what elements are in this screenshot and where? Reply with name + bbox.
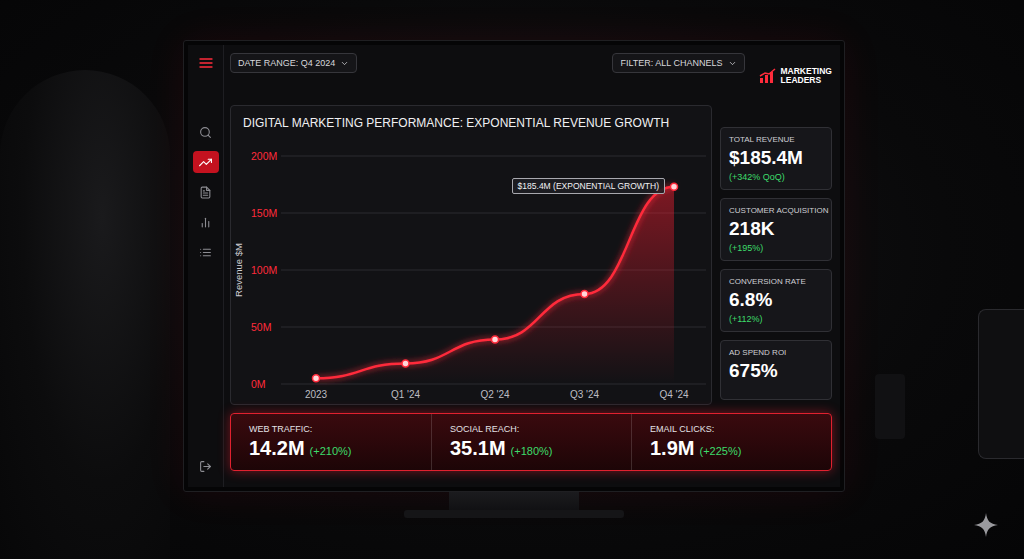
chevron-down-icon[interactable] (340, 59, 349, 68)
y-axis-label: Revenue $M (233, 243, 244, 297)
toolbar: DATE RANGE: Q4 2024 FILTER: ALL CHANNELS M… (230, 53, 832, 97)
revenue-line (316, 187, 674, 379)
logo-chart-icon (759, 68, 777, 84)
nav-icon[interactable] (199, 246, 212, 259)
nav-icon[interactable] (199, 186, 212, 199)
annotation-label: $185.4M (EXPONENTIAL GROWTH) (512, 178, 665, 194)
logout-button[interactable] (199, 460, 212, 473)
menu-icon[interactable] (198, 55, 214, 71)
nav-icon[interactable] (199, 156, 212, 169)
filter-dropdown[interactable]: FILTER: ALL CHANNELS (612, 53, 744, 73)
sidebar-item[interactable] (193, 181, 219, 203)
kpi-column: TOTAL REVENUE$185.4M(+342% QoQ) CUSTOMER … (720, 105, 832, 405)
svg-text:150M: 150M (251, 207, 277, 219)
data-point[interactable] (402, 360, 409, 367)
kpi-card: TOTAL REVENUE$185.4M(+342% QoQ) (720, 127, 832, 190)
monitor-base (404, 510, 624, 518)
sidebar-item[interactable] (193, 151, 219, 173)
area-fill (316, 187, 674, 384)
scene: DATE RANGE: Q4 2024 FILTER: ALL CHANNELS M… (0, 0, 1024, 559)
x-label: Q1 '24 (391, 389, 421, 400)
metric-strip: WEB TRAFFIC:14.2M(+210%)SOCIAL REACH:35.… (230, 413, 832, 471)
content-row: DIGITAL MARKETING PERFORMANCE: EXPONENTI… (230, 105, 832, 405)
kpi-card: CONVERSION RATE6.8%(+112%) (720, 269, 832, 332)
metric: SOCIAL REACH:35.1M(+180%) (431, 414, 631, 470)
chart-title: DIGITAL MARKETING PERFORMANCE: EXPONENTI… (231, 106, 711, 142)
logout-icon[interactable] (199, 460, 212, 473)
chart-panel: DIGITAL MARKETING PERFORMANCE: EXPONENTI… (230, 105, 712, 405)
monitor-bezel: DATE RANGE: Q4 2024 FILTER: ALL CHANNELS M… (183, 40, 845, 492)
metric: EMAIL CLICKS:1.9M(+225%) (631, 414, 831, 470)
sparkle-icon (974, 513, 998, 537)
metric: WEB TRAFFIC:14.2M(+210%) (231, 414, 431, 470)
nav-icon[interactable] (199, 216, 212, 229)
chevron-down-icon[interactable] (728, 59, 737, 68)
phone (978, 309, 1024, 459)
dashboard-screen: DATE RANGE: Q4 2024 FILTER: ALL CHANNELS M… (188, 45, 840, 487)
svg-text:100M: 100M (251, 264, 277, 276)
monitor-stand (449, 492, 579, 510)
data-point[interactable] (671, 183, 678, 190)
svg-text:0M: 0M (251, 378, 266, 390)
sidebar-item[interactable] (193, 241, 219, 263)
desk-area (845, 0, 1024, 559)
x-label: Q4 '24 (659, 389, 689, 400)
date-range-dropdown[interactable]: DATE RANGE: Q4 2024 (230, 53, 357, 73)
y-tick: 150M (251, 207, 706, 219)
sidebar-item[interactable] (193, 121, 219, 143)
speaker (875, 374, 905, 439)
person-silhouette (0, 70, 170, 559)
kpi-card: CUSTOMER ACQUISITION218K(+195%) (720, 198, 832, 261)
logo-text: MARKETING (781, 67, 832, 76)
kpi-card: AD SPEND ROI675% (720, 340, 832, 400)
data-point[interactable] (492, 336, 499, 343)
person-area (0, 0, 183, 559)
data-point[interactable] (581, 290, 588, 297)
sidebar-item[interactable] (193, 211, 219, 233)
nav-icon[interactable] (199, 126, 212, 139)
x-label: 2023 (305, 389, 328, 400)
logo: MARKETINGLEADERS (759, 53, 832, 85)
data-point[interactable] (313, 375, 320, 382)
svg-text:200M: 200M (251, 150, 277, 162)
x-label: Q2 '24 (480, 389, 510, 400)
svg-text:50M: 50M (251, 321, 271, 333)
monitor: DATE RANGE: Q4 2024 FILTER: ALL CHANNELS M… (183, 0, 845, 559)
menu-button[interactable] (198, 55, 214, 71)
y-tick: 200M (251, 150, 706, 162)
main-area: DATE RANGE: Q4 2024 FILTER: ALL CHANNELS M… (224, 45, 840, 487)
logo-text: LEADERS (781, 76, 832, 85)
revenue-chart: 200M 150M 100M 50M 0M Revenue $M 2023 Q1 '24 Q2 … (231, 142, 712, 404)
sidebar (188, 45, 224, 487)
x-label: Q3 '24 (570, 389, 600, 400)
toolbar-right: FILTER: ALL CHANNELS MARKETINGLEADERS (612, 53, 832, 85)
